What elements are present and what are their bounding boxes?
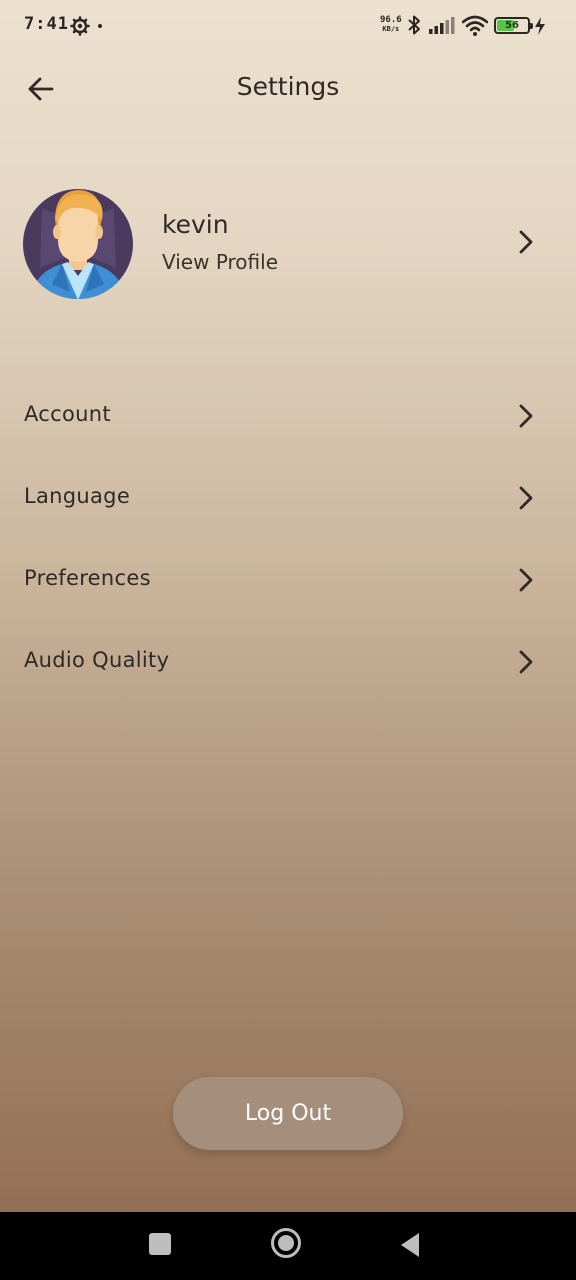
avatar [23, 189, 133, 299]
view-profile-label: View Profile [162, 250, 279, 274]
menu-item-language[interactable]: Language [0, 462, 576, 534]
cell-signal-icon [429, 17, 455, 34]
profile-row[interactable]: kevin View Profile [0, 180, 576, 306]
network-speed: 96.6 KB/s [380, 16, 402, 34]
system-nav-bar [0, 1212, 576, 1280]
recents-icon[interactable] [149, 1233, 171, 1255]
wifi-icon [462, 15, 488, 36]
profile-name: kevin [162, 210, 229, 239]
settings-screen: 7:41 96.6 KB/s 56 Settings kevin View Pr… [0, 0, 576, 1212]
charging-icon [535, 17, 545, 35]
menu-item-label: Language [24, 484, 131, 508]
settings-gear-icon [70, 16, 90, 36]
chevron-right-icon [519, 230, 533, 254]
status-bar: 7:41 96.6 KB/s 56 [0, 0, 576, 52]
chevron-right-icon [519, 568, 533, 592]
chevron-right-icon [519, 650, 533, 674]
logout-button[interactable]: Log Out [173, 1077, 403, 1150]
battery-level: 56 [505, 20, 519, 31]
bluetooth-icon [408, 15, 420, 35]
notification-dot [98, 24, 102, 28]
menu-item-label: Account [24, 402, 111, 426]
menu-item-account[interactable]: Account [0, 380, 576, 452]
menu-item-label: Audio Quality [24, 648, 170, 672]
chevron-right-icon [519, 486, 533, 510]
battery-icon: 56 [494, 17, 533, 34]
network-speed-value: 96.6 [380, 15, 402, 25]
menu-item-audio-quality[interactable]: Audio Quality [0, 626, 576, 698]
home-icon[interactable] [271, 1228, 301, 1258]
back-icon[interactable] [399, 1232, 421, 1258]
network-speed-unit: KB/s [382, 25, 400, 33]
menu-item-preferences[interactable]: Preferences [0, 544, 576, 616]
chevron-right-icon [519, 404, 533, 428]
status-time: 7:41 [24, 14, 69, 34]
page-title: Settings [236, 72, 340, 101]
menu-item-label: Preferences [24, 566, 151, 590]
